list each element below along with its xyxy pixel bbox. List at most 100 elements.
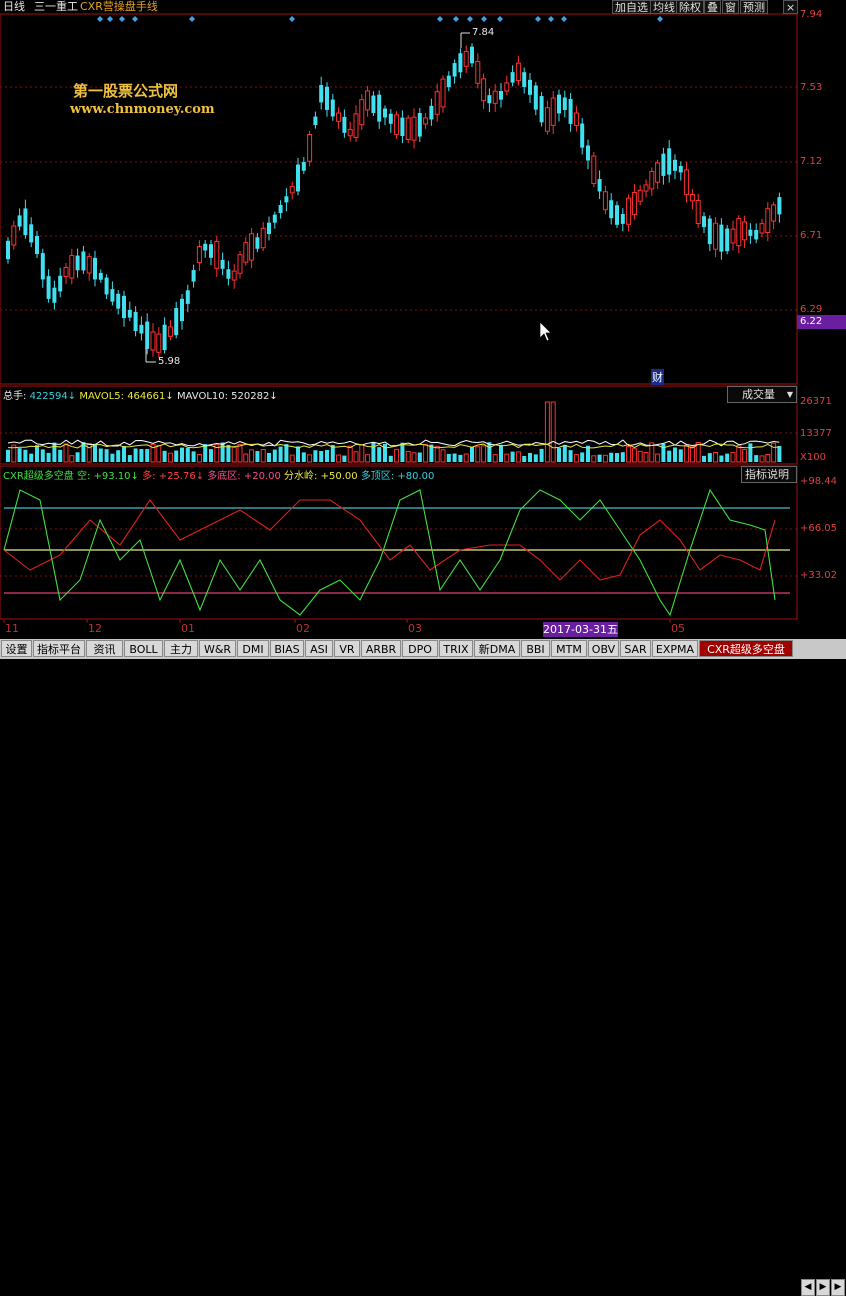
volume-bar — [180, 447, 184, 462]
price-axis-label: 7.53 — [800, 82, 823, 93]
add-watchlist-button[interactable]: 加自选 — [612, 0, 651, 14]
tab-bias[interactable]: BIAS — [270, 640, 304, 657]
window-button[interactable]: 窗 — [722, 0, 739, 14]
candle — [725, 228, 730, 252]
volume-bar — [533, 454, 538, 462]
indicator-axis-label: +98.44 — [800, 476, 838, 487]
price-axis-label: 7.94 — [800, 9, 823, 20]
volume-bar — [191, 451, 196, 462]
candle — [86, 256, 92, 274]
volume-bar — [573, 454, 579, 463]
volume-bar — [6, 449, 10, 462]
candle — [562, 97, 567, 111]
tab-asi[interactable]: ASI — [305, 640, 333, 657]
candle — [771, 204, 777, 222]
price-axis-label: 6.71 — [800, 230, 823, 241]
period-label[interactable]: 日线 — [3, 0, 25, 14]
candle — [319, 85, 324, 103]
volume-bar — [405, 450, 411, 463]
candle — [29, 224, 34, 243]
candle — [284, 196, 289, 203]
tab-arbr[interactable]: ARBR — [361, 640, 401, 657]
ex-rights-button[interactable]: 除权 — [676, 0, 704, 14]
tab-dpo[interactable]: DPO — [402, 640, 438, 657]
tab-news[interactable]: 资讯 — [86, 640, 123, 657]
candle — [156, 333, 162, 353]
candle — [533, 85, 538, 110]
tab-indicator-platform[interactable]: 指标平台 — [33, 640, 85, 657]
tab-obv[interactable]: OBV — [588, 640, 619, 657]
candle — [528, 79, 532, 95]
candle — [400, 117, 405, 137]
volume-bar — [602, 454, 608, 463]
candle — [260, 227, 266, 249]
volume-bar — [458, 454, 463, 462]
candle — [643, 184, 649, 192]
volume-bar — [777, 446, 782, 462]
volume-bar — [110, 453, 115, 462]
volume-bar — [353, 451, 359, 463]
volume-bar — [139, 449, 144, 462]
volume-dropdown[interactable]: 成交量 ▼ — [727, 386, 797, 403]
tab-mtm[interactable]: MTM — [551, 640, 587, 657]
volume-bar — [562, 445, 567, 462]
candle — [673, 159, 677, 171]
bottom-zone-label: 多底区: — [207, 471, 241, 482]
volume-bar — [272, 449, 277, 462]
candle — [81, 251, 86, 271]
tab-vr[interactable]: VR — [334, 640, 360, 657]
tab-wr[interactable]: W&R — [199, 640, 236, 657]
tab-new-dma[interactable]: 新DMA — [474, 640, 520, 657]
duo-line — [3, 499, 776, 581]
volume-bar — [557, 448, 561, 462]
volume-bar — [226, 444, 231, 462]
candle — [296, 164, 300, 192]
candle — [470, 46, 474, 64]
candle — [631, 192, 637, 215]
candle — [684, 169, 690, 196]
mavol5-value: 464661 — [127, 391, 166, 402]
overlay-button[interactable]: 叠 — [704, 0, 721, 14]
arrow-down-icon: ↓ — [269, 391, 278, 402]
tab-main-force[interactable]: 主力 — [164, 640, 198, 657]
signal-diamond-icon — [497, 16, 503, 22]
forecast-button[interactable]: 预测 — [740, 0, 768, 14]
volume-bar — [69, 455, 75, 463]
scroll-end-icon[interactable]: ▶ — [831, 1279, 845, 1296]
tab-sar[interactable]: SAR — [620, 640, 651, 657]
volume-bar — [196, 454, 202, 463]
water-label: 分水岭: — [284, 471, 318, 482]
volume-bar — [40, 449, 45, 462]
finance-marker[interactable]: 财 — [651, 369, 664, 385]
indicator-tab-bar: 设置 指标平台 资讯 BOLL 主力 W&R DMI BIAS ASI VR A… — [0, 639, 846, 1296]
candle — [231, 270, 237, 281]
volume-axis-label: 26371 — [800, 396, 832, 407]
tab-trix[interactable]: TRIX — [439, 640, 473, 657]
volume-bar — [63, 443, 69, 463]
candle — [104, 277, 109, 295]
volume-bar — [475, 446, 481, 463]
tab-settings[interactable]: 设置 — [1, 640, 32, 657]
scroll-left-icon[interactable]: ◀ — [801, 1279, 815, 1296]
indicator-help-button[interactable]: 指标说明 — [741, 466, 797, 483]
volume-bar — [325, 449, 329, 462]
volume-bar — [388, 455, 393, 462]
top-zone-value: +80.00 — [397, 471, 435, 482]
candle — [46, 276, 51, 299]
tab-cxr-indicator[interactable]: CXR超级多空盘 — [699, 640, 793, 657]
volume-bar — [504, 453, 510, 463]
signal-diamond-icon — [561, 16, 567, 22]
candle — [765, 208, 771, 234]
candle — [504, 82, 510, 92]
water-value: +50.00 — [320, 471, 358, 482]
ma-button[interactable]: 均线 — [650, 0, 678, 14]
volume-bar — [440, 449, 446, 463]
tab-expma[interactable]: EXPMA — [652, 640, 698, 657]
tab-boll[interactable]: BOLL — [124, 640, 163, 657]
tab-dmi[interactable]: DMI — [237, 640, 269, 657]
close-icon[interactable]: × — [783, 0, 799, 14]
scroll-right-icon[interactable]: ▶ — [816, 1279, 830, 1296]
tab-bbi[interactable]: BBI — [521, 640, 550, 657]
candle — [655, 162, 661, 183]
candle — [243, 242, 249, 263]
